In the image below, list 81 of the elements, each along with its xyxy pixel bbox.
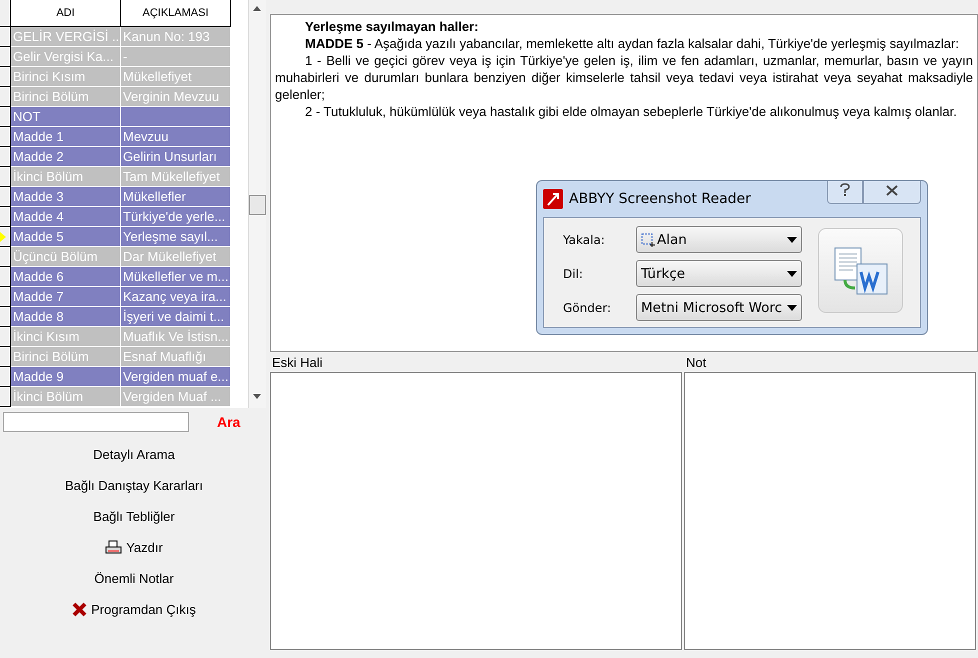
table-cell[interactable]: Madde 1: [11, 127, 121, 147]
article-paragraph: 1 - Belli ve geçici görev veya iş için Türkiye'ye gelen iş, ilim ve fen adamları, uzmanlar, memurlar, basın ve yayın muhabirleri ve durumları bunlara benziyen diğer kimselerle tahsil veya tedavi veya istirahat veya seyahat maksadiyle gelenler;: [275, 52, 973, 103]
row-header[interactable]: [0, 207, 11, 227]
menu-button[interactable]: Yazdır: [101, 532, 167, 563]
row-header[interactable]: [0, 347, 11, 367]
field-label: Dil:: [563, 266, 584, 280]
row-header[interactable]: [0, 107, 11, 127]
menu-button[interactable]: Programdan Çıkış: [68, 594, 200, 625]
x-icon: [72, 602, 88, 617]
table-cell[interactable]: Mükellefler: [121, 187, 231, 207]
caret-icon: [787, 270, 797, 276]
scroll-thumb[interactable]: [249, 195, 266, 215]
row-header[interactable]: [0, 27, 11, 47]
table-cell[interactable]: Madde 8: [11, 307, 121, 327]
scrollbar[interactable]: [248, 0, 266, 408]
dialog-title: ABBYY Screenshot Reader: [569, 191, 751, 207]
caret-icon: [787, 304, 797, 310]
table-cell[interactable]: Mevzuu: [121, 127, 231, 147]
menu-button[interactable]: Detaylı Arama: [89, 439, 179, 470]
corner-header: [0, 0, 11, 27]
row-header[interactable]: [0, 167, 11, 187]
table-cell[interactable]: Gelirin Unsurları: [121, 147, 231, 167]
close-button[interactable]: [863, 181, 921, 204]
field-label: Gönder:: [563, 300, 612, 314]
column-header[interactable]: ADI: [11, 0, 121, 27]
send-to-word-button[interactable]: [818, 228, 903, 313]
table-cell[interactable]: Madde 2: [11, 147, 121, 167]
table-cell[interactable]: Vergiden muaf e...: [121, 367, 231, 387]
table-cell[interactable]: Madde 9: [11, 367, 121, 387]
help-button[interactable]: [827, 181, 863, 204]
table-cell[interactable]: Madde 5: [11, 227, 121, 247]
app-logo-icon: [543, 189, 563, 209]
row-header[interactable]: [0, 127, 11, 147]
menu-button[interactable]: Önemli Notlar: [90, 563, 178, 594]
article-title: Yerleşme sayılmayan haller:: [304, 18, 480, 35]
table-cell[interactable]: Madde 7: [11, 287, 121, 307]
scroll-up-icon[interactable]: [253, 6, 261, 11]
row-header[interactable]: [0, 247, 11, 267]
row-header[interactable]: [0, 47, 11, 67]
table-cell[interactable]: İşyeri ve daimi t...: [121, 307, 231, 327]
row-header[interactable]: [0, 147, 11, 167]
table-cell[interactable]: Madde 4: [11, 207, 121, 227]
search-button[interactable]: Ara: [217, 414, 240, 430]
table-cell[interactable]: NOT: [11, 107, 121, 127]
table-cell[interactable]: Mükellefler ve m...: [121, 267, 231, 287]
dropdown[interactable]: Metni Microsoft Worc: [636, 294, 802, 321]
row-header[interactable]: [0, 87, 11, 107]
row-pointer-icon: [0, 232, 6, 242]
help-icon: [840, 182, 850, 196]
row-header[interactable]: [0, 367, 11, 387]
scroll-down-icon[interactable]: [253, 394, 261, 399]
article-paragraph: MADDE 5 - Aşağıda yazılı yabancılar, memlekette altı aydan fazla kalsalar dahi, Türkiye'de yerleşmiş sayılmazlar:: [304, 35, 960, 52]
menu-button[interactable]: Bağlı Tebliğler: [89, 501, 179, 532]
panel-label: Not: [685, 355, 708, 372]
row-header[interactable]: [0, 387, 11, 407]
document-to-word-icon: [832, 246, 888, 296]
printer-icon: [105, 540, 122, 555]
column-header[interactable]: AÇIKLAMASI: [121, 0, 231, 27]
table-cell[interactable]: Madde 6: [11, 267, 121, 287]
table-cell[interactable]: [121, 107, 231, 127]
row-header[interactable]: [0, 287, 11, 307]
row-header[interactable]: [0, 327, 11, 347]
field-label: Yakala:: [563, 232, 606, 246]
row-header[interactable]: [0, 187, 11, 207]
table-cell[interactable]: Madde 3: [11, 187, 121, 207]
selection-area-icon: [641, 232, 655, 246]
row-header[interactable]: [0, 67, 11, 87]
menu-button[interactable]: Bağlı Danıştay Kararları: [60, 470, 207, 501]
article-paragraph: 2 - Tutukluluk, hükümlülük veya hastalık gibi elde olmayan sebeplerle Türkiye'de alıkonulmuş veya kalmış olanlar.: [304, 103, 958, 120]
table-cell[interactable]: Yerleşme sayıl...: [121, 227, 231, 247]
dropdown[interactable]: Türkçe: [636, 260, 802, 287]
row-header[interactable]: [0, 307, 11, 327]
table-cell[interactable]: Türkiye'de yerle...: [121, 207, 231, 227]
dropdown[interactable]: Alan: [636, 226, 802, 253]
table-cell[interactable]: Kazanç veya ira...: [121, 287, 231, 307]
close-icon: [886, 185, 898, 196]
row-header[interactable]: [0, 267, 11, 287]
caret-icon: [787, 236, 797, 242]
panel-label: Eski Hali: [271, 355, 324, 372]
search-field[interactable]: [3, 412, 189, 432]
row-header[interactable]: [0, 227, 11, 247]
